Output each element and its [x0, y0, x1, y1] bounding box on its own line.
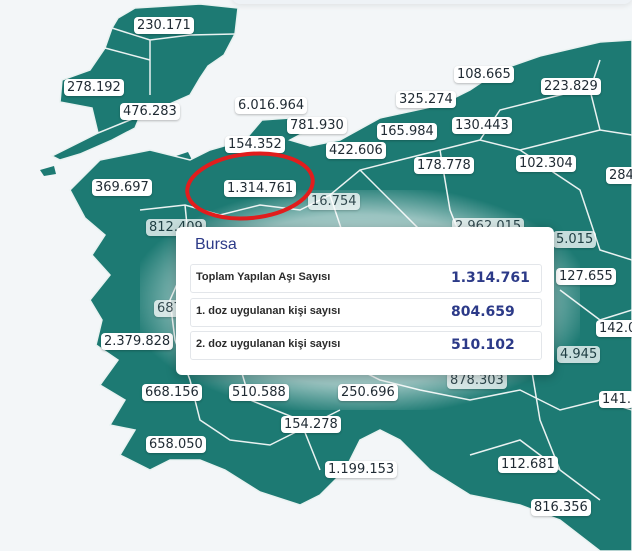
province-value-label[interactable]: 5.015 [553, 231, 597, 248]
province-value-label[interactable]: 4.945 [557, 346, 601, 363]
province-value-label[interactable]: 422.606 [326, 142, 386, 159]
province-value-label[interactable]: 250.696 [338, 384, 398, 401]
province-tooltip: Bursa Toplam Yapılan Aşı Sayısı 1.314.76… [176, 227, 554, 375]
tooltip-row-value: 1.314.761 [451, 270, 530, 286]
tooltip-row-dose1: 1. doz uygulanan kişi sayısı 804.659 [190, 298, 542, 327]
province-value-label[interactable]: 325.274 [396, 91, 456, 108]
tooltip-row-label: 2. doz uygulanan kişi sayısı [196, 338, 341, 350]
province-value-label[interactable]: 230.171 [134, 17, 194, 34]
province-value-label[interactable]: 6.016.964 [235, 97, 308, 114]
province-value-label[interactable]: 278.192 [64, 79, 124, 96]
province-value-label[interactable]: 476.283 [120, 103, 180, 120]
tooltip-row-total: Toplam Yapılan Aşı Sayısı 1.314.761 [190, 264, 542, 293]
province-value-label[interactable]: 1.199.153 [325, 461, 398, 478]
island [40, 166, 56, 176]
province-value-label[interactable]: 16.754 [308, 193, 360, 210]
province-value-label[interactable]: 2.379.828 [101, 333, 174, 350]
province-value-label[interactable]: 154.352 [225, 136, 285, 153]
province-value-label[interactable]: 141. [599, 391, 632, 408]
province-value-label[interactable]: 369.697 [92, 179, 152, 196]
tooltip-row-label: 1. doz uygulanan kişi sayısı [196, 305, 341, 317]
province-value-label[interactable]: 668.156 [142, 384, 202, 401]
province-value-label[interactable]: 510.588 [229, 384, 289, 401]
province-value-label[interactable]: 1.314.761 [224, 180, 297, 197]
province-value-label[interactable]: 130.443 [452, 117, 512, 134]
province-value-label[interactable]: 223.829 [541, 78, 601, 95]
province-value-label[interactable]: 165.984 [377, 123, 437, 140]
tooltip-title: Bursa [195, 236, 237, 253]
tooltip-row-label: Toplam Yapılan Aşı Sayısı [196, 271, 331, 283]
province-value-label[interactable]: 142.0 [596, 320, 632, 337]
tooltip-row-dose2: 2. doz uygulanan kişi sayısı 510.102 [190, 331, 542, 360]
province-value-label[interactable]: 658.050 [146, 436, 206, 453]
province-value-label[interactable]: 154.278 [281, 416, 341, 433]
province-value-label[interactable]: 816.356 [531, 499, 591, 516]
tooltip-row-value: 804.659 [451, 304, 515, 320]
province-value-label[interactable]: 127.655 [556, 268, 616, 285]
province-value-label[interactable]: 108.665 [454, 66, 514, 83]
province-value-label[interactable]: 284 [606, 167, 632, 184]
province-value-label[interactable]: 781.930 [287, 117, 347, 134]
province-value-label[interactable]: 102.304 [516, 155, 576, 172]
province-value-label[interactable]: 112.681 [498, 456, 558, 473]
province-value-label[interactable]: 178.778 [414, 157, 474, 174]
tooltip-row-value: 510.102 [451, 337, 515, 353]
